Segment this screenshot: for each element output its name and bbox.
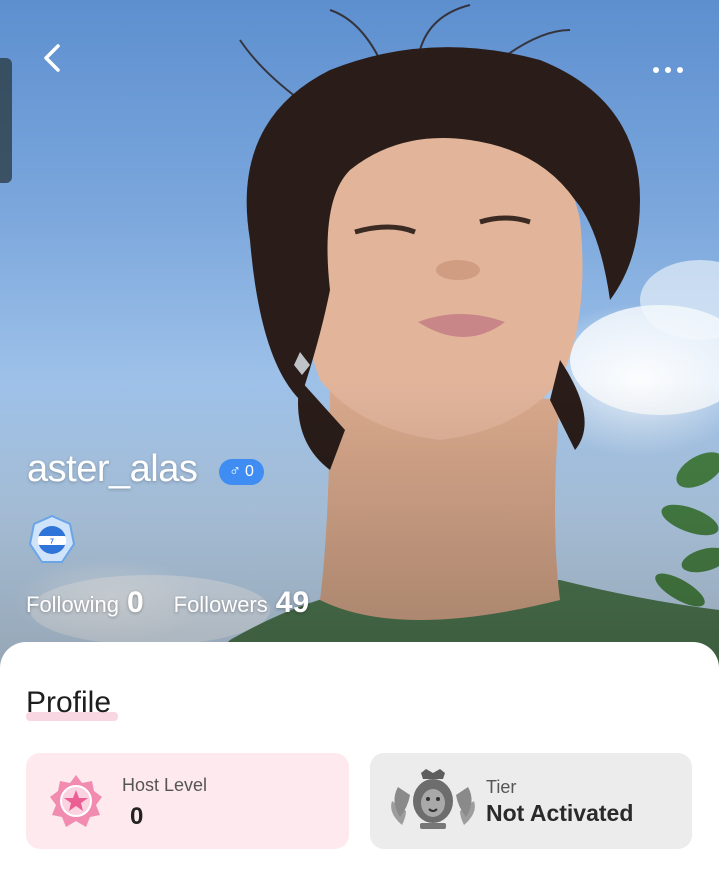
gender-badge-count: 0 — [245, 463, 254, 480]
host-level-tile[interactable]: Host Level 0 — [26, 753, 349, 849]
level-badge-icon[interactable]: 7 — [28, 514, 76, 566]
chevron-left-icon — [44, 44, 60, 72]
profile-cover-photo — [0, 0, 719, 680]
following-count[interactable]: 0 — [127, 586, 144, 620]
pink-star-badge-icon — [50, 775, 102, 827]
profile-card: Profile Host Level 0 Tier Not Activated — [0, 642, 719, 884]
lion-crest-icon — [391, 769, 475, 829]
tier-value: Not Activated — [486, 800, 634, 826]
svg-text:7: 7 — [50, 539, 54, 546]
profile-heading: Profile — [26, 686, 112, 719]
username: aster_alas — [27, 448, 198, 490]
following-label[interactable]: Following — [26, 592, 119, 618]
tier-tile[interactable]: Tier Not Activated — [370, 753, 692, 849]
gender-badge: ♂ 0 — [219, 459, 264, 485]
cover-gradient-overlay — [0, 380, 719, 680]
more-horizontal-icon — [653, 67, 659, 73]
followers-label[interactable]: Followers — [174, 592, 268, 618]
follow-stats: Following 0 Followers 49 — [26, 586, 309, 620]
more-options-button[interactable] — [640, 52, 696, 88]
side-drawer-handle[interactable] — [0, 58, 12, 183]
host-level-label: Host Level — [122, 775, 208, 795]
followers-count[interactable]: 49 — [276, 586, 309, 620]
male-icon: ♂ — [229, 463, 241, 480]
back-button[interactable] — [32, 38, 72, 78]
host-level-value: 0 — [130, 803, 144, 830]
tier-label: Tier — [486, 777, 517, 797]
